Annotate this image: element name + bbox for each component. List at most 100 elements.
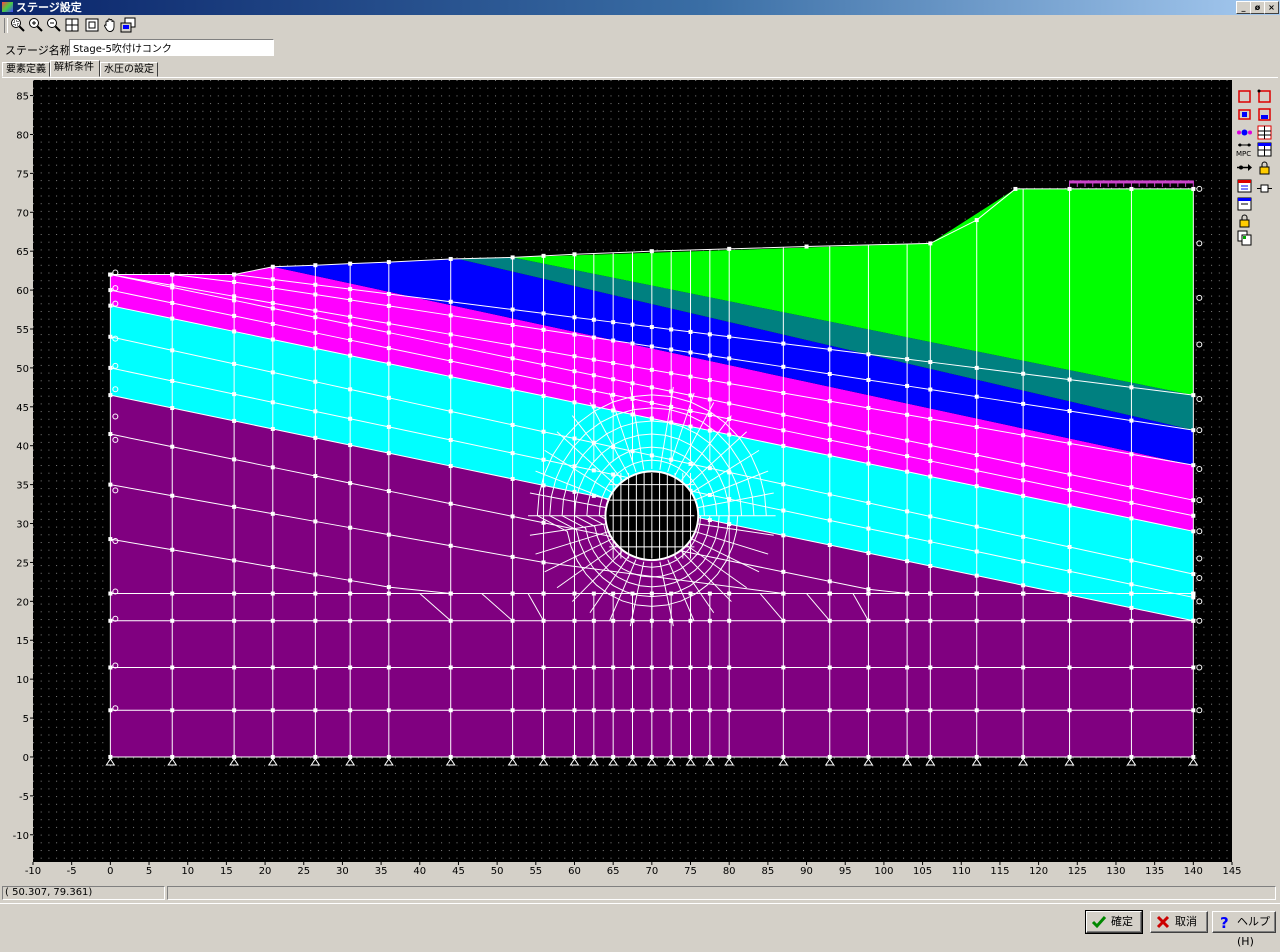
arrow-load-icon[interactable] — [1236, 159, 1253, 176]
calendar-icon[interactable] — [1236, 177, 1253, 194]
ok-button-label: 確定 — [1111, 915, 1133, 928]
x-tick-label: 140 — [1184, 866, 1203, 877]
zoom-all-icon[interactable] — [64, 17, 80, 33]
y-tick-label: 45 — [16, 403, 29, 414]
copy-icon[interactable] — [1236, 229, 1253, 246]
y-tick-label: 70 — [16, 208, 29, 219]
ok-button[interactable]: 確定 — [1085, 910, 1143, 934]
zoom-in-icon[interactable] — [28, 17, 44, 33]
x-tick-label: 70 — [645, 866, 658, 877]
help-icon: ? — [1220, 914, 1229, 930]
select-element-icon[interactable] — [1236, 88, 1253, 105]
x-tick-label: 75 — [684, 866, 697, 877]
y-tick-label: 0 — [23, 753, 29, 764]
y-tick-label: 80 — [16, 130, 29, 141]
lock-icon[interactable] — [1256, 159, 1273, 176]
close-button[interactable]: × — [1264, 1, 1279, 14]
x-tick-label: 65 — [607, 866, 620, 877]
title-bar: ステージ設定 _ ø × — [0, 0, 1280, 15]
tunnel — [604, 470, 700, 562]
calendar-edit-icon[interactable] — [1236, 195, 1253, 212]
x-tick-label: 120 — [1029, 866, 1048, 877]
x-tick-label: 0 — [107, 866, 113, 877]
y-tick-label: 35 — [16, 481, 29, 492]
x-tick-label: -5 — [67, 866, 77, 877]
toolbar-grip — [4, 18, 8, 33]
tab-analysis-conditions[interactable]: 解析条件 — [50, 60, 100, 77]
x-tick-label: 110 — [952, 866, 971, 877]
zoom-out-icon[interactable] — [46, 17, 62, 33]
y-tick-label: 25 — [16, 558, 29, 569]
x-tick-label: 25 — [297, 866, 310, 877]
y-tick-label: 50 — [16, 364, 29, 375]
x-tick-label: 90 — [800, 866, 813, 877]
cancel-button-label: 取消 — [1175, 915, 1197, 928]
tab-element-definition[interactable]: 要素定義 — [2, 62, 50, 77]
help-button-label: ヘルプ(H) — [1237, 915, 1270, 948]
model-view[interactable]: -10 -5 0 5 10 15 20 25 30 35 40 45 50 55 60 65 70 75 80 85 9… — [0, 79, 1280, 887]
grid-table-icon[interactable] — [1256, 124, 1273, 141]
mpc-label: MPC — [1236, 150, 1251, 158]
cancel-button[interactable]: 取消 — [1150, 911, 1208, 933]
y-tick-label: 60 — [16, 286, 29, 297]
window-title: ステージ設定 — [16, 1, 82, 14]
element-frame-icon[interactable] — [1256, 180, 1273, 197]
boundary-set-icon[interactable] — [1256, 106, 1273, 123]
x-tick-label: 125 — [1068, 866, 1087, 877]
x-tick-label: 10 — [181, 866, 194, 877]
dialog-button-bar: 確定 取消 ? ヘルプ(H) — [0, 903, 1280, 948]
y-tick-label: -10 — [13, 831, 29, 842]
x-tick-label: 100 — [874, 866, 893, 877]
status-bar: ( 50.307, 79.361) — [2, 886, 1278, 901]
x-tick-label: 80 — [723, 866, 736, 877]
minimize-button[interactable]: _ — [1236, 1, 1251, 14]
lock-small-icon[interactable] — [1236, 212, 1253, 229]
y-tick-label: 10 — [16, 675, 29, 686]
y-tick-label: 85 — [16, 92, 29, 103]
y-tick-label: 5 — [23, 714, 29, 725]
x-tick-label: 50 — [491, 866, 504, 877]
x-tick-label: 105 — [913, 866, 932, 877]
table-icon[interactable] — [1256, 141, 1273, 158]
y-tick-label: 55 — [16, 325, 29, 336]
x-tick-label: 60 — [568, 866, 581, 877]
stage-name-input[interactable] — [69, 39, 274, 56]
x-tick-label: 45 — [452, 866, 465, 877]
x-tick-label: 20 — [259, 866, 272, 877]
x-tick-label: 15 — [220, 866, 233, 877]
select-node-icon[interactable] — [1256, 88, 1273, 105]
x-tick-label: 145 — [1222, 866, 1241, 877]
check-icon — [1091, 916, 1107, 929]
y-tick-label: 30 — [16, 520, 29, 531]
x-tick-label: 130 — [1106, 866, 1125, 877]
zoom-window-icon[interactable] — [10, 17, 26, 33]
x-tick-label: 30 — [336, 866, 349, 877]
redraw-icon[interactable] — [120, 17, 136, 33]
restore-button[interactable]: ø — [1250, 1, 1265, 14]
cursor-coordinates: ( 50.307, 79.361) — [2, 886, 165, 900]
x-tick-label: -10 — [25, 866, 41, 877]
help-button[interactable]: ? ヘルプ(H) — [1212, 911, 1276, 948]
tab-water-pressure[interactable]: 水圧の設定 — [100, 62, 158, 77]
x-tick-label: 35 — [375, 866, 388, 877]
x-tick-label: 5 — [146, 866, 152, 877]
y-tick-label: 75 — [16, 169, 29, 180]
y-tick-label: 65 — [16, 247, 29, 258]
x-tick-label: 40 — [413, 866, 426, 877]
mpc-icon[interactable]: MPC — [1236, 141, 1253, 158]
x-tick-label: 115 — [990, 866, 1009, 877]
x-tick-label: 85 — [762, 866, 775, 877]
y-tick-label: 15 — [16, 636, 29, 647]
fit-icon[interactable] — [84, 17, 100, 33]
boundary-icon[interactable] — [1236, 106, 1253, 123]
status-message — [167, 886, 1276, 900]
pan-hand-icon[interactable] — [102, 17, 118, 33]
spring-icon[interactable] — [1236, 124, 1253, 141]
toolbar — [0, 15, 1280, 37]
stage-name-label: ステージ名称 — [5, 44, 71, 57]
y-tick-label: 20 — [16, 597, 29, 608]
x-icon — [1156, 915, 1170, 929]
svg-text:?: ? — [1220, 914, 1229, 930]
x-tick-label: 135 — [1145, 866, 1164, 877]
side-toolbar: MPC — [1234, 86, 1276, 246]
